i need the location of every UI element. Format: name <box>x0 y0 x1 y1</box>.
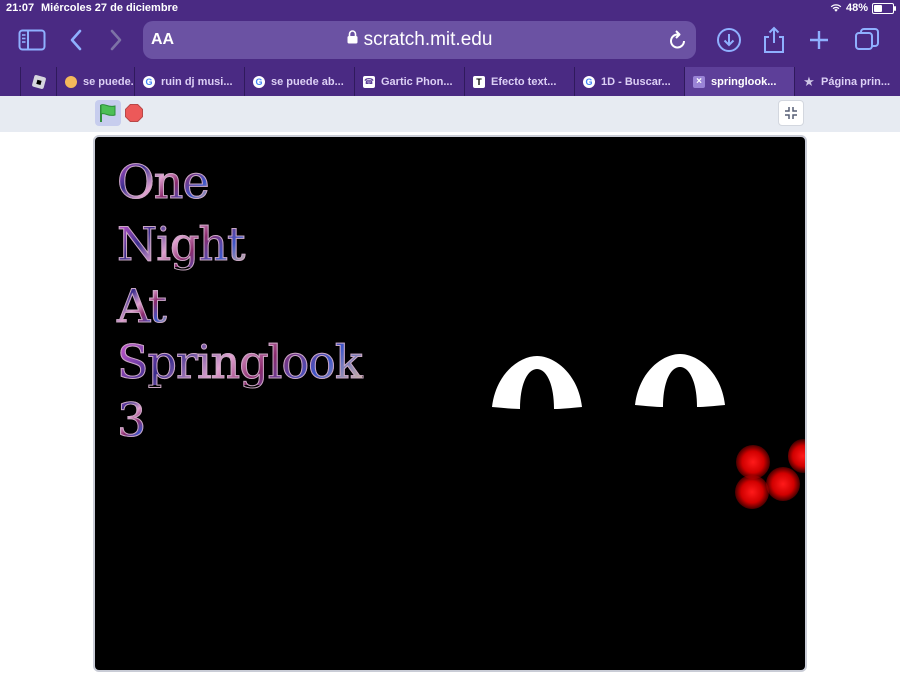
tab-springlook[interactable]: × springlook... <box>684 67 794 96</box>
green-flag-icon <box>100 104 116 122</box>
star-icon: ★ <box>803 73 815 89</box>
tab-label: se puede... <box>83 75 134 88</box>
status-date: Miércoles 27 de diciembre <box>41 2 178 14</box>
stage-header <box>0 96 900 132</box>
tab-label: 1D - Buscar... <box>601 75 671 88</box>
tab-label: se puede ab... <box>271 75 344 88</box>
share-icon[interactable] <box>758 24 790 56</box>
tab-strip: ■ se puede... G ruin dj musi... G se pue… <box>0 67 900 96</box>
status-right: 48% <box>830 2 896 14</box>
tab-overview-icon[interactable] <box>851 24 883 56</box>
back-icon[interactable] <box>60 24 92 56</box>
green-flag-button[interactable] <box>95 100 121 126</box>
google-icon: G <box>253 75 265 88</box>
yellow-icon <box>65 75 77 88</box>
left-eye <box>492 356 582 409</box>
unfullscreen-icon <box>785 107 797 119</box>
tab-se-puede-ab[interactable]: G se puede ab... <box>244 67 354 96</box>
status-bar: 21:07 Miércoles 27 de diciembre 48% <box>0 0 900 18</box>
google-icon: G <box>583 75 595 88</box>
gartic-icon: ☎ <box>363 75 375 88</box>
title-line-5: 3 <box>116 393 146 447</box>
tab-roblox[interactable]: ■ <box>20 67 56 96</box>
scratch-icon: × <box>693 75 705 88</box>
forward-icon[interactable] <box>100 24 132 56</box>
tab-label: Página prin... <box>821 75 891 88</box>
battery-icon <box>872 2 896 14</box>
tab-se-puede[interactable]: se puede... <box>56 67 134 96</box>
title-line-2: Night <box>117 217 247 271</box>
tab-1d-buscar[interactable]: G 1D - Buscar... <box>574 67 684 96</box>
status-time: 21:07 <box>6 2 35 14</box>
lock-icon <box>347 30 358 44</box>
unfullscreen-button[interactable] <box>778 100 804 126</box>
tab-efecto[interactable]: T Efecto text... <box>464 67 574 96</box>
t-icon: T <box>473 75 485 88</box>
url-display[interactable]: scratch.mit.edu <box>143 29 696 51</box>
tab-label: springlook... <box>711 75 777 88</box>
red-glow-light <box>735 475 769 509</box>
sidebar-icon[interactable] <box>16 24 48 56</box>
stop-sign-button[interactable] <box>125 104 143 122</box>
tab-gartic[interactable]: ☎ Gartic Phon... <box>354 67 464 96</box>
red-glow-light <box>736 445 770 479</box>
reload-icon[interactable] <box>668 29 688 51</box>
tab-label: ruin dj musi... <box>161 75 233 88</box>
wifi-icon <box>830 4 842 12</box>
title-line-3: At <box>117 279 168 333</box>
url-text: scratch.mit.edu <box>363 29 493 50</box>
title-line-1: One <box>117 155 211 209</box>
address-bar[interactable]: AA scratch.mit.edu <box>143 21 696 59</box>
roblox-icon: ■ <box>31 74 47 89</box>
red-glow-light <box>788 439 805 473</box>
tab-ruin-dj[interactable]: G ruin dj musi... <box>134 67 244 96</box>
tab-label: Efecto text... <box>491 75 557 88</box>
google-icon: G <box>143 75 155 88</box>
right-eye <box>635 354 725 407</box>
tab-pagina-principal[interactable]: ★ Página prin... <box>794 67 900 96</box>
browser-chrome: 21:07 Miércoles 27 de diciembre 48% AA s… <box>0 0 900 96</box>
project-stage[interactable]: One Night At Springlook 3 <box>93 135 807 672</box>
battery-percent: 48% <box>845 2 868 14</box>
tab-label: Gartic Phon... <box>381 75 453 88</box>
red-glow-light <box>766 467 800 501</box>
download-icon[interactable] <box>713 24 745 56</box>
title-line-4: Springlook <box>117 335 364 389</box>
browser-toolbar: AA scratch.mit.edu <box>0 18 900 64</box>
new-tab-icon[interactable] <box>803 24 835 56</box>
